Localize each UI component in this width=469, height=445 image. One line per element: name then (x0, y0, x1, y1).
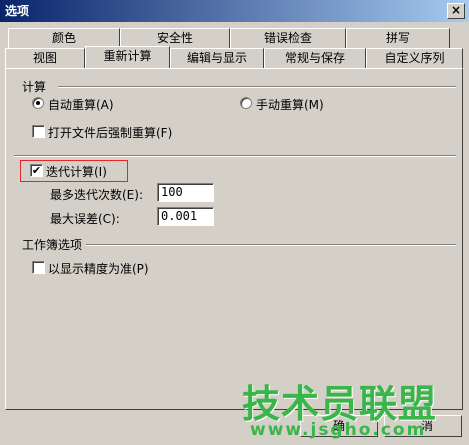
iterate-checkbox[interactable]: ✔ (30, 164, 43, 177)
calc-sub-separator (14, 155, 456, 157)
auto-recalc-label[interactable]: 自动重算(A) (48, 96, 114, 113)
iterate-label[interactable]: 迭代计算(I) (46, 163, 107, 180)
checkmark-icon: ✔ (31, 164, 42, 177)
workbook-heading: 工作簿选项 (22, 238, 83, 252)
max-change-label: 最大误差(C): (50, 212, 120, 226)
workbook-separator (86, 244, 456, 246)
max-iter-label: 最多迭代次数(E): (50, 188, 143, 202)
manual-recalc-radio[interactable] (240, 97, 252, 109)
precision-checkbox[interactable] (32, 261, 45, 274)
max-iter-input[interactable]: 100 (157, 183, 214, 202)
calc-heading: 计算 (22, 80, 47, 94)
max-change-input[interactable]: 0.001 (157, 207, 214, 226)
calc-separator (58, 86, 456, 88)
open-file-recalc-label[interactable]: 打开文件后强制重算(F) (48, 124, 172, 141)
manual-recalc-label[interactable]: 手动重算(M) (256, 96, 324, 113)
precision-label[interactable]: 以显示精度为准(P) (48, 260, 149, 277)
open-file-recalc-checkbox[interactable] (32, 125, 45, 138)
watermark-url: www.jsgho.com (250, 420, 427, 440)
auto-recalc-radio[interactable] (32, 97, 44, 109)
radio-selected-dot (36, 101, 40, 105)
